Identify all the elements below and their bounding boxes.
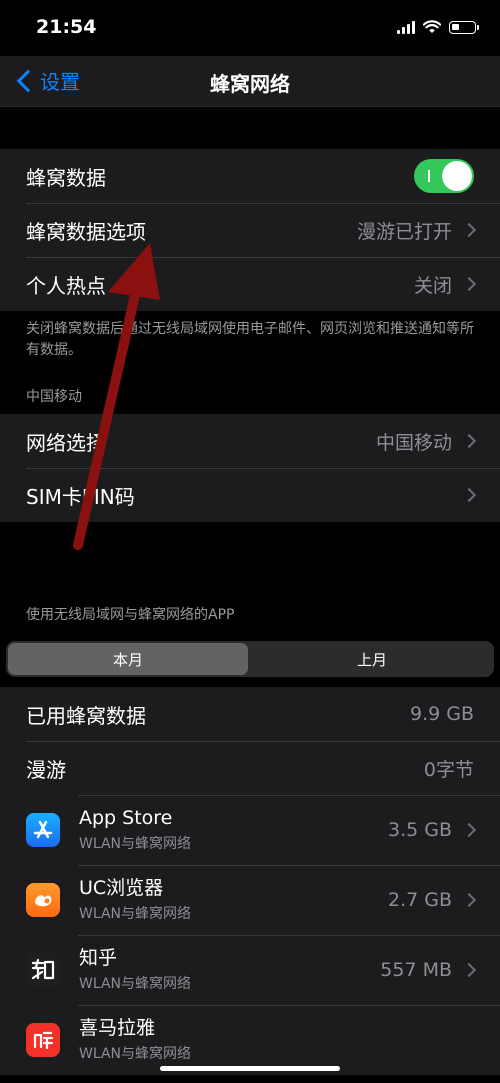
app-network-type: WLAN与蜂窝网络 [79,976,192,992]
personal-hotspot-row[interactable]: 个人热点 关闭 [0,257,500,311]
chevron-right-icon [461,892,477,908]
app-row-ximalaya[interactable]: 喜马拉雅 WLAN与蜂窝网络 [0,1005,500,1075]
network-selection-label: 网络选择 [26,430,106,455]
usage-group: 已用蜂窝数据 9.9 GB 漫游 0字节 [0,687,500,795]
page-title: 蜂窝网络 [210,72,290,96]
roaming-value: 0字节 [423,758,474,781]
zhihu-icon [26,953,60,987]
app-usage-value: 557 MB [380,959,452,981]
chevron-right-icon [461,962,477,978]
app-row-app-store[interactable]: App Store WLAN与蜂窝网络 3.5 GB [0,795,500,865]
status-time: 21:54 [36,16,97,38]
chevron-right-icon [461,822,477,838]
app-name: 喜马拉雅 [79,1017,156,1039]
cellular-data-toggle[interactable] [414,159,474,193]
chevron-right-icon [461,433,477,449]
cellular-data-row: 蜂窝数据 [0,149,500,203]
network-selection-value: 中国移动 [375,431,452,454]
carrier-settings-group: 网络选择 中国移动 SIM卡PIN码 [0,414,500,522]
chevron-right-icon [461,276,477,292]
cellular-data-options-value: 漫游已打开 [356,220,452,243]
status-icons [397,20,479,34]
app-row-uc-browser[interactable]: UC浏览器 WLAN与蜂窝网络 2.7 GB [0,865,500,935]
app-name: UC浏览器 [79,877,164,899]
cellular-data-options-label: 蜂窝数据选项 [26,219,146,244]
chevron-right-icon [461,487,477,503]
battery-icon [449,20,479,34]
sim-pin-label: SIM卡PIN码 [26,484,135,509]
segment-current-month[interactable]: 本月 [8,643,248,675]
home-indicator [160,1066,340,1071]
app-store-icon [26,813,60,847]
used-data-label: 已用蜂窝数据 [26,703,146,728]
apps-section-header: 使用无线局域网与蜂窝网络的APP [26,607,235,623]
segment-previous-month[interactable]: 上月 [252,643,492,675]
period-segmented-control: 本月 上月 [6,641,494,677]
app-usage-value: 2.7 GB [387,889,452,911]
app-network-type: WLAN与蜂窝网络 [79,1046,192,1062]
ximalaya-icon [26,1023,60,1057]
app-network-type: WLAN与蜂窝网络 [79,836,192,852]
sim-pin-row[interactable]: SIM卡PIN码 [0,468,500,522]
toggle-on-mark [428,170,430,182]
personal-hotspot-value: 关闭 [413,274,452,297]
wifi-icon [423,20,441,33]
app-name: App Store [79,807,173,829]
roaming-row: 漫游 0字节 [0,741,500,795]
navigation-bar: 设置 蜂窝网络 [0,56,500,107]
cellular-signal-icon [397,20,415,34]
chevron-right-icon [461,222,477,238]
carrier-section-header: 中国移动 [26,389,82,405]
cellular-data-label: 蜂窝数据 [26,165,106,190]
personal-hotspot-label: 个人热点 [26,273,106,298]
app-name: 知乎 [79,947,118,969]
roaming-label: 漫游 [26,757,66,782]
used-data-row: 已用蜂窝数据 9.9 GB [0,687,500,741]
status-bar: 21:54 [0,0,500,56]
uc-browser-icon [26,883,60,917]
app-network-type: WLAN与蜂窝网络 [79,906,192,922]
used-data-value: 9.9 GB [409,703,474,725]
cellular-data-footnote: 关闭蜂窝数据后通过无线局域网使用电子邮件、网页浏览和推送通知等所有数据。 [26,321,474,358]
app-usage-list: App Store WLAN与蜂窝网络 3.5 GB UC浏览器 WLAN与蜂窝… [0,795,500,1075]
app-usage-value: 3.5 GB [387,819,452,841]
network-selection-row[interactable]: 网络选择 中国移动 [0,414,500,468]
cellular-settings-group: 蜂窝数据 蜂窝数据选项 漫游已打开 个人热点 关闭 [0,149,500,311]
cellular-data-options-row[interactable]: 蜂窝数据选项 漫游已打开 [0,203,500,257]
app-row-zhihu[interactable]: 知乎 WLAN与蜂窝网络 557 MB [0,935,500,1005]
toggle-knob [442,161,472,191]
